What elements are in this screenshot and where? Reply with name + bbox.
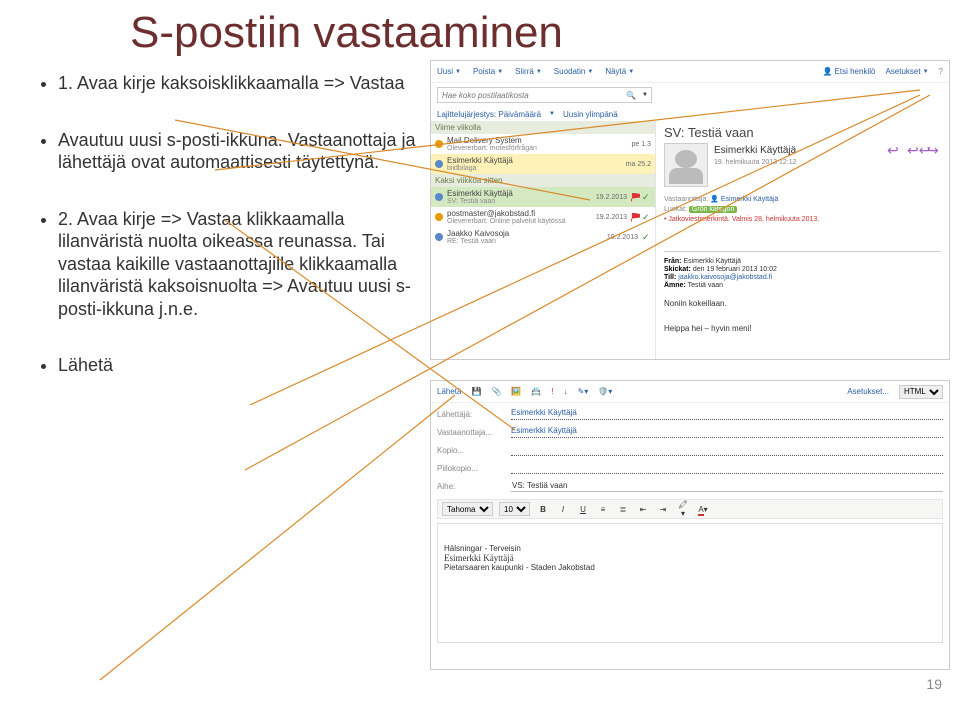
underline-button[interactable]: U [576, 505, 590, 514]
numbering-button[interactable]: ≣ [616, 505, 630, 514]
importance-high-icon[interactable]: ! [551, 387, 553, 396]
search-input-wrap: 🔍 ▼ [437, 87, 652, 103]
pane-sender: Esimerkki Käyttäjä [714, 145, 796, 156]
pane-date: 19. helmikuuta 2013 12:12 [714, 159, 797, 166]
message-list: Viime viikolla Mail Delivery SystemOleve… [431, 121, 656, 360]
indent-button[interactable]: ⇥ [656, 505, 670, 514]
list-item[interactable]: Mail Delivery SystemOlevererbart: motesf… [431, 134, 655, 154]
inbox-toolbar: Uusi▼ Poista▼ Siirrä▼ Suodatin▼ Näytä▼ 👤… [431, 61, 949, 83]
search-input[interactable] [438, 90, 623, 101]
mail-icon [435, 193, 443, 201]
flag-icon[interactable] [631, 193, 640, 202]
permissions-icon[interactable]: 🛡️▾ [598, 387, 612, 396]
mail-icon [435, 233, 443, 241]
check-icon[interactable]: ✓ [642, 233, 651, 242]
inbox-screenshot: Uusi▼ Poista▼ Siirrä▼ Suodatin▼ Näytä▼ 👤… [430, 60, 950, 360]
list-item[interactable]: Esimerkki Käyttäjäbiidbilaga ma 25.2 [431, 154, 655, 174]
bullet-1: 1. Avaa kirje kaksoisklikkaamalla => Vas… [58, 72, 416, 95]
check-icon[interactable]: ✓ [642, 193, 651, 202]
from-field[interactable]: Esimerkki Käyttäjä [511, 408, 943, 420]
highlight-button[interactable]: 🖍▾ [676, 500, 690, 518]
list-item[interactable]: Jaakko KaivosojaRE: Testiä vaan 19.2.201… [431, 227, 655, 247]
sort-row: Lajittelujärjestys: Päivämäärä▼ Uusin yl… [431, 107, 949, 121]
view-button[interactable]: Näytä▼ [605, 67, 634, 76]
quoted-block: Från: Esimerkki Käyttäjä Skickat: den 19… [664, 251, 941, 333]
bullet-list: 1. Avaa kirje kaksoisklikkaamalla => Vas… [36, 72, 416, 411]
compose-body[interactable]: Hälsningar - Terveisin Esimerkki Käyttäj… [437, 523, 943, 643]
avatar [664, 143, 708, 187]
bullet-2: Avautuu uusi s-posti-ikkuna. Vastaanotta… [58, 129, 416, 174]
subject-field[interactable]: VS: Testiä vaan [511, 480, 943, 492]
signature-icon[interactable]: ✎▾ [578, 387, 589, 396]
pane-meta: Vastaanottaja: 👤 Esimerkki Käyttäjä Luok… [664, 195, 941, 226]
sort-label[interactable]: Lajittelujärjestys: Päivämäärä [437, 110, 541, 119]
group-header: Viime viikolla [431, 121, 655, 134]
forward-icon[interactable]: ↪ [927, 145, 941, 157]
reply-icon[interactable]: ↩ [887, 145, 901, 157]
bcc-field[interactable] [511, 462, 943, 474]
font-select[interactable]: Tahoma [442, 502, 493, 516]
compose-screenshot: Lähetä 💾 📎 🖼️ 📇 ! ↓ ✎▾ 🛡️▾ Asetukset... … [430, 380, 950, 670]
options-button[interactable]: Asetukset... [847, 387, 889, 396]
attach-icon[interactable]: 📎 [491, 387, 501, 396]
to-field[interactable]: Esimerkki Käyttäjä [511, 426, 943, 438]
font-color-button[interactable]: A▾ [696, 505, 710, 514]
cc-field[interactable] [511, 444, 943, 456]
check-icon[interactable]: ✓ [642, 213, 651, 222]
list-item[interactable]: Esimerkki KäyttäjäSV: Testiä vaan 19.2.2… [431, 187, 655, 207]
new-button[interactable]: Uusi▼ [437, 67, 461, 76]
search-scope-icon[interactable]: ▼ [639, 92, 651, 98]
address-book-icon[interactable]: 📇 [531, 387, 541, 396]
mail-icon [435, 140, 443, 148]
picture-icon[interactable]: 🖼️ [511, 387, 521, 396]
italic-button[interactable]: I [556, 505, 570, 514]
page-title: S-postiin vastaaminen [130, 8, 563, 58]
mail-icon [435, 213, 443, 221]
pane-subject: SV: Testiä vaan [664, 125, 941, 140]
group-header: Kaksi viikkoa sitten [431, 174, 655, 187]
search-icon[interactable]: 🔍 [623, 91, 639, 100]
bullet-4: Lähetä [58, 354, 416, 377]
list-item[interactable]: postmaster@jakobstad.fiOlevererbart: Onl… [431, 207, 655, 227]
compose-toolbar: Lähetä 💾 📎 🖼️ 📇 ! ↓ ✎▾ 🛡️▾ Asetukset... … [431, 381, 949, 403]
send-button[interactable]: Lähetä [437, 387, 461, 396]
flag-icon[interactable] [631, 213, 640, 222]
move-button[interactable]: Siirrä▼ [515, 67, 542, 76]
save-icon[interactable]: 💾 [471, 387, 481, 396]
format-select[interactable]: HTML [899, 385, 943, 399]
bullet-3: 2. Avaa kirje => Vastaa klikkaamalla lil… [58, 208, 416, 321]
slide-number: 19 [926, 676, 942, 692]
compose-fields: Lähettäjä:Esimerkki Käyttäjä Vastaanotta… [431, 403, 949, 497]
bold-button[interactable]: B [536, 505, 550, 514]
find-person-button[interactable]: 👤 Etsi henkilö [823, 67, 876, 76]
sort-order[interactable]: Uusin ylimpänä [563, 110, 618, 119]
reply-all-icon[interactable]: ↩↩ [907, 145, 921, 157]
reading-pane: SV: Testiä vaan Esimerkki Käyttäjä 19. h… [656, 121, 949, 360]
bullets-button[interactable]: ≡ [596, 505, 610, 514]
filter-button[interactable]: Suodatin▼ [554, 67, 594, 76]
settings-button[interactable]: Asetukset▼ [885, 67, 928, 76]
importance-low-icon[interactable]: ↓ [564, 387, 568, 396]
help-icon[interactable]: ? [939, 67, 943, 76]
mail-icon [435, 160, 443, 168]
format-toolbar: Tahoma 10 B I U ≡ ≣ ⇤ ⇥ 🖍▾ A▾ [437, 499, 943, 519]
outdent-button[interactable]: ⇤ [636, 505, 650, 514]
delete-button[interactable]: Poista▼ [473, 67, 503, 76]
size-select[interactable]: 10 [499, 502, 530, 516]
